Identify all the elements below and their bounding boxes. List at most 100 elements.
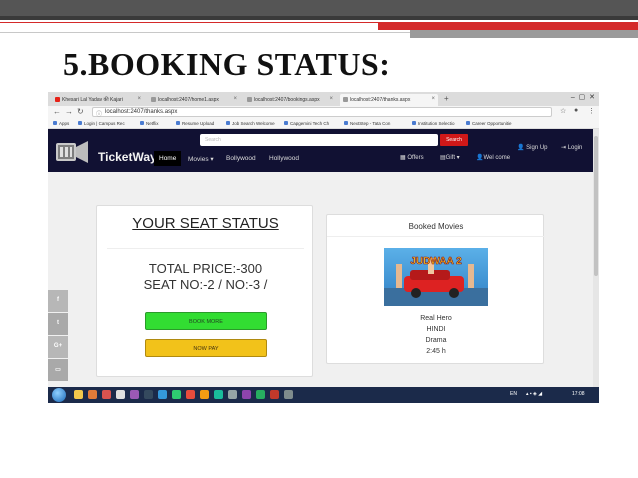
address-row: ← → ↻ ⓘ localhost:2407/thanks.aspx ☆ ● ⋮	[48, 106, 599, 118]
app-icon[interactable]	[200, 390, 209, 399]
app-icon[interactable]	[270, 390, 279, 399]
login-link[interactable]: ⇥ Login	[561, 144, 582, 151]
film-reel-logo-icon	[56, 141, 88, 163]
welcome-link[interactable]: 👤Wel come	[476, 154, 510, 161]
bookmark[interactable]: Netflix	[140, 121, 159, 126]
url-text: localhost:2407/thanks.aspx	[105, 109, 178, 115]
back-arrow-icon[interactable]: ←	[53, 107, 61, 116]
search-button[interactable]: Search	[440, 134, 468, 146]
bookmark[interactable]: Institution Selectio	[412, 121, 455, 126]
window-controls[interactable]: – ▢ ✕	[571, 93, 595, 101]
app-icon[interactable]	[172, 390, 181, 399]
app-icon[interactable]	[228, 390, 237, 399]
app-icon[interactable]	[102, 390, 111, 399]
login-icon: ⇥	[561, 145, 567, 151]
login-label: Login	[567, 145, 583, 151]
app-icon[interactable]	[158, 390, 167, 399]
reload-icon[interactable]: ↻	[77, 107, 84, 116]
offers-link[interactable]: ▦ Offers	[400, 154, 424, 161]
page-icon	[343, 97, 348, 102]
app-icon[interactable]	[214, 390, 223, 399]
slide-grey-line	[0, 32, 410, 33]
user-icon: 👤	[517, 145, 525, 151]
slide-red-line	[0, 22, 378, 23]
movie-genre: Drama	[425, 337, 447, 344]
nav-home[interactable]: Home	[154, 151, 182, 166]
media-player-icon[interactable]	[88, 390, 97, 399]
app-icon[interactable]	[116, 390, 125, 399]
nav-bollywood[interactable]: Bollywood	[226, 155, 256, 162]
app-icon[interactable]	[284, 390, 293, 399]
close-icon[interactable]: ×	[329, 96, 333, 102]
app-icon[interactable]	[130, 390, 139, 399]
seat-numbers: SEAT NO:-2 / NO:-3 /	[143, 277, 268, 292]
browser-tab[interactable]: localhost:2407/bookings.aspx ×	[244, 94, 336, 106]
app-icon[interactable]	[256, 390, 265, 399]
windows-taskbar: EN ▴ ▪ ◈ ◢ 17:08	[48, 387, 599, 403]
offers-label: Offers	[407, 155, 424, 161]
slide-grey-band	[410, 30, 638, 38]
app-icon[interactable]	[186, 390, 195, 399]
now-pay-button[interactable]: NOW PAY	[145, 339, 267, 357]
star-icon[interactable]: ☆	[560, 107, 566, 115]
slide-red-band	[378, 22, 638, 30]
app-icon[interactable]	[144, 390, 153, 399]
signup-link[interactable]: 👤 Sign Up	[517, 144, 548, 151]
gift-label: Gift ▾	[445, 155, 460, 161]
clock[interactable]: 17:08	[572, 391, 585, 397]
slide-top-stripe	[0, 16, 638, 20]
address-bar[interactable]: ⓘ localhost:2407/thanks.aspx	[92, 107, 552, 118]
bookmark[interactable]: Apps	[53, 121, 69, 126]
bookmark[interactable]: Resume Upload	[176, 121, 214, 126]
site-logo[interactable]: TicketWay	[98, 150, 157, 164]
nav-hollywood[interactable]: Hollywood	[269, 155, 299, 162]
movie-poster[interactable]: JUDWAA 2	[384, 248, 488, 306]
booked-movies-card: Booked Movies JUDWAA 2 Real Hero HINDI D…	[326, 214, 545, 364]
bookmark[interactable]: Login | Campus Rec	[78, 121, 125, 126]
bookmark[interactable]: NextStep - Tata Con	[344, 121, 390, 126]
gift-dropdown[interactable]: ▤Gift ▾	[440, 154, 460, 161]
app-icon[interactable]	[242, 390, 251, 399]
bookmark[interactable]: Capgemini Tech Ch	[284, 121, 329, 126]
book-more-button[interactable]: BOOK MORE	[145, 312, 267, 330]
divider	[107, 248, 304, 249]
page-icon	[151, 97, 156, 102]
start-button-icon[interactable]	[52, 388, 66, 402]
search-input[interactable]: Search	[200, 134, 438, 146]
scrollbar-thumb[interactable]	[594, 136, 598, 276]
forward-arrow-icon[interactable]: →	[65, 107, 73, 116]
nav-movies[interactable]: Movies ▾	[188, 155, 214, 163]
close-icon[interactable]: ×	[233, 96, 237, 102]
bookmark[interactable]: Career Opportunitie	[466, 121, 512, 126]
google-plus-icon[interactable]: G+	[48, 336, 68, 358]
language-indicator[interactable]: EN	[510, 391, 517, 397]
browser-tab-active[interactable]: localhost:2407/thanks.aspx ×	[340, 94, 438, 106]
info-icon: ⓘ	[96, 112, 103, 118]
youtube-icon[interactable]: ▭	[48, 359, 68, 381]
site-navbar: Search Search TicketWay Home Movies ▾ Bo…	[48, 129, 593, 172]
new-tab-button[interactable]: +	[444, 94, 449, 103]
close-icon[interactable]: ×	[431, 96, 435, 102]
grid-icon: ▦	[400, 155, 406, 161]
tab-label: localhost:2407/home1.aspx	[158, 97, 219, 103]
youtube-icon	[55, 97, 60, 102]
signup-label: Sign Up	[526, 145, 548, 151]
page-icon	[247, 97, 252, 102]
bookmark[interactable]: Job Search Welcome	[226, 121, 275, 126]
file-explorer-icon[interactable]	[74, 390, 83, 399]
tab-label: Khesari Lal Yadav की Kajari	[62, 97, 123, 103]
system-tray-icons[interactable]: ▴ ▪ ◈ ◢	[526, 391, 542, 397]
poster-title: JUDWAA 2	[410, 256, 462, 267]
profile-icon[interactable]: ●	[574, 107, 578, 114]
menu-icon[interactable]: ⋮	[588, 107, 595, 115]
browser-tab[interactable]: Khesari Lal Yadav की Kajari ×	[52, 94, 144, 106]
slide-title: 5.BOOKING STATUS:	[63, 46, 391, 82]
movie-tagline: Real Hero	[420, 315, 452, 322]
browser-tab[interactable]: localhost:2407/home1.aspx ×	[148, 94, 240, 106]
twitter-icon[interactable]: t	[48, 313, 68, 335]
facebook-icon[interactable]: f	[48, 290, 68, 312]
seat-status-card: YOUR SEAT STATUS TOTAL PRICE:-300 SEAT N…	[96, 205, 313, 377]
tab-label: localhost:2407/bookings.aspx	[254, 97, 320, 103]
close-icon[interactable]: ×	[137, 96, 141, 102]
total-price: TOTAL PRICE:-300	[148, 261, 263, 276]
